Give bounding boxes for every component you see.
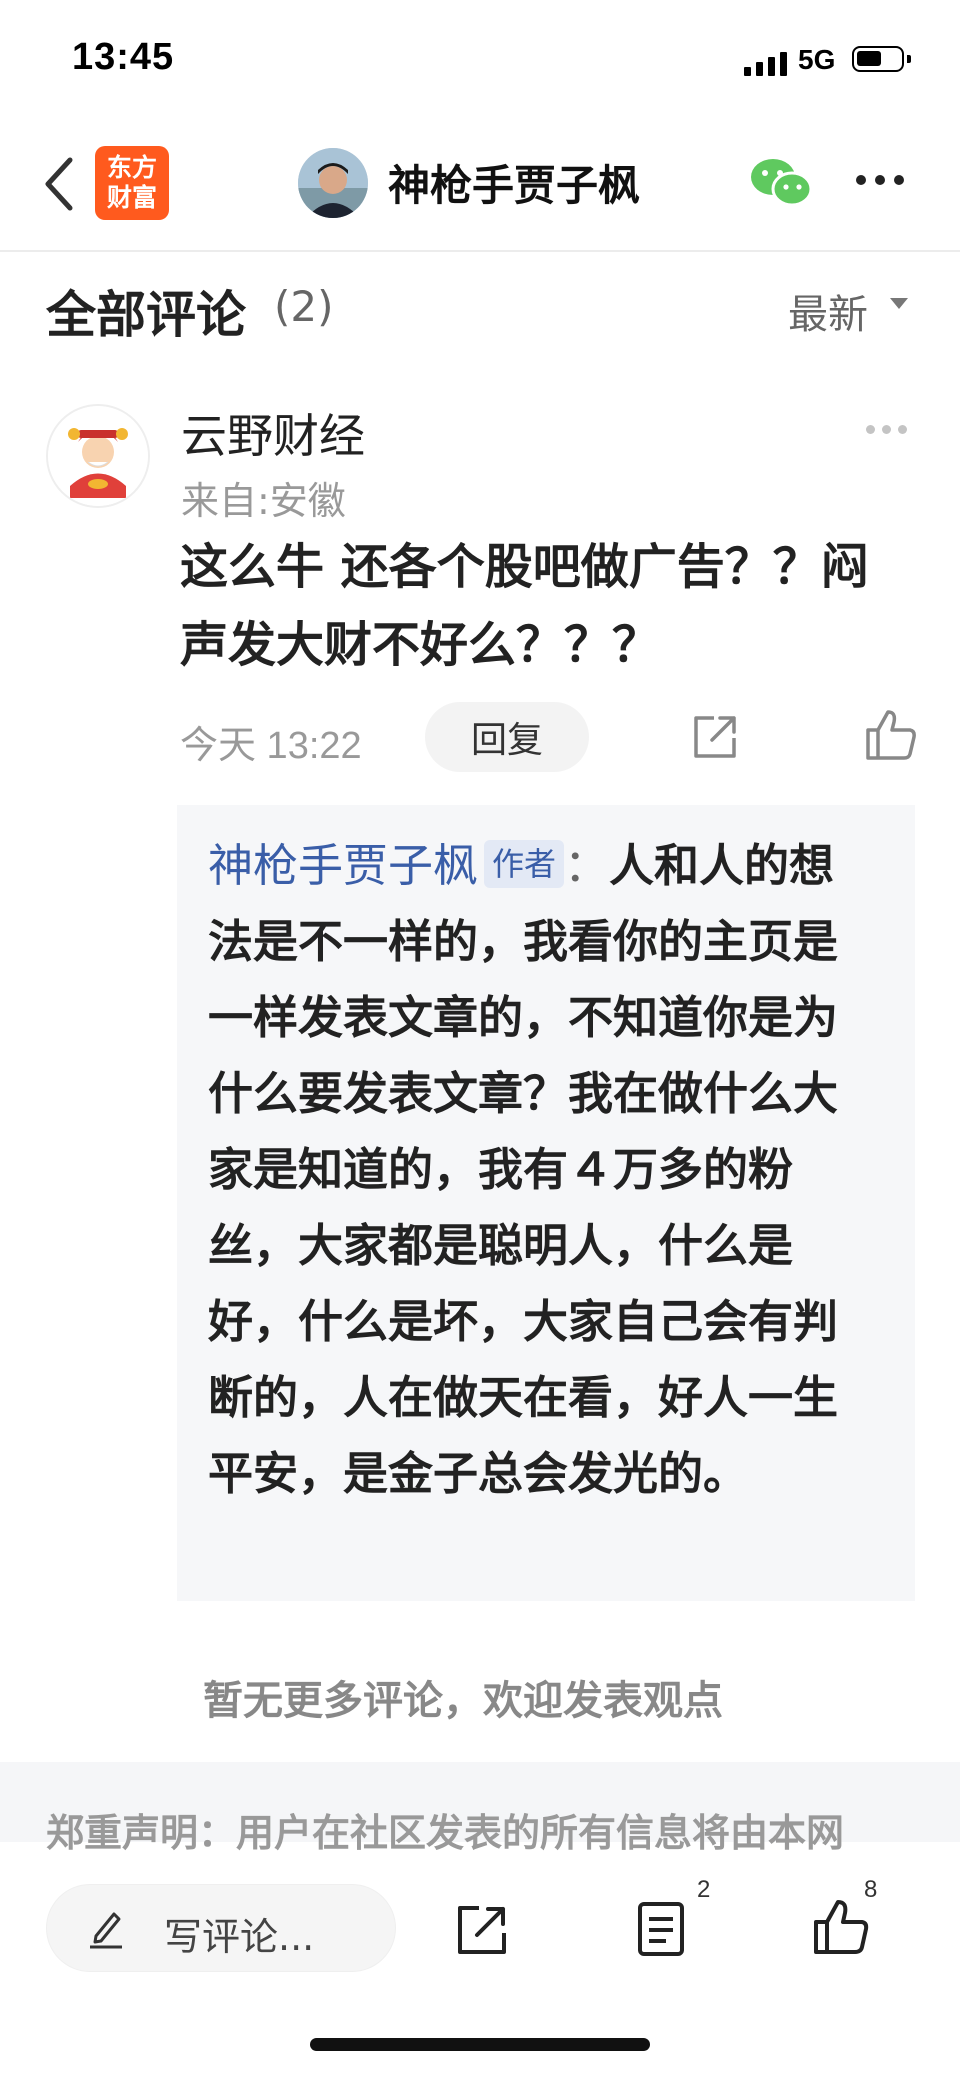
comment-count-badge: 2 — [697, 1876, 711, 1903]
commenter-location: 来自:安徽 — [181, 479, 346, 523]
commenter-name[interactable]: 云野财经 — [181, 400, 365, 466]
network-label: 5G — [798, 44, 836, 75]
like-icon[interactable] — [864, 708, 918, 762]
comment-text: 这么牛 还各个股吧做广告？？闷声发大财不好么？？？ — [180, 539, 869, 673]
more-icon[interactable] — [856, 175, 904, 185]
disclaimer-text: 郑重声明：用户在社区发表的所有信息将由本网 — [46, 1811, 845, 1855]
comment-time: 今天 13:22 — [180, 725, 362, 767]
signal-icon — [744, 50, 787, 76]
author-reply-text: 人和人的想法是不一样的，我看你的主页是一样发表文章的，不知道你是为什么要发表文章… — [208, 839, 839, 1500]
back-icon[interactable] — [40, 154, 80, 214]
author-avatar[interactable] — [298, 148, 368, 218]
home-indicator[interactable] — [310, 2038, 650, 2051]
share-icon[interactable] — [690, 712, 740, 762]
app-logo[interactable]: 东方 财富 — [95, 146, 169, 220]
comments-list-icon[interactable] — [636, 1900, 686, 1958]
sort-dropdown[interactable]: 最新 — [788, 282, 868, 340]
author-reply: 神枪手贾子枫 作者 ：人和人的想法是不一样的，我看你的主页是一样发表文章的，不知道你… — [208, 828, 848, 1512]
page-title: 神枪手贾子枫 — [388, 161, 641, 210]
reply-colon: ： — [564, 839, 610, 892]
logo-line2: 财富 — [106, 183, 157, 212]
reply-button[interactable]: 回复 — [425, 702, 589, 772]
chevron-down-icon[interactable] — [890, 298, 908, 309]
comments-count: (2) — [274, 282, 334, 331]
comment-more-icon[interactable] — [866, 425, 907, 434]
battery-icon — [852, 46, 911, 72]
wechat-icon[interactable] — [748, 155, 814, 211]
share-icon[interactable] — [455, 1903, 509, 1957]
edit-icon — [90, 1912, 122, 1949]
no-more-comments: 暂无更多评论，欢迎发表观点 — [203, 1678, 723, 1724]
write-comment-placeholder[interactable]: 写评论... — [164, 1906, 314, 1961]
author-badge: 作者 — [484, 840, 565, 888]
status-time: 13:45 — [72, 36, 175, 78]
like-icon[interactable] — [812, 1898, 870, 1956]
logo-line1: 东方 — [106, 153, 157, 182]
reply-author-name[interactable]: 神枪手贾子枫 — [208, 839, 478, 892]
commenter-avatar[interactable] — [46, 404, 150, 508]
comments-title: 全部评论 — [46, 286, 246, 344]
like-count-badge: 8 — [864, 1876, 878, 1903]
